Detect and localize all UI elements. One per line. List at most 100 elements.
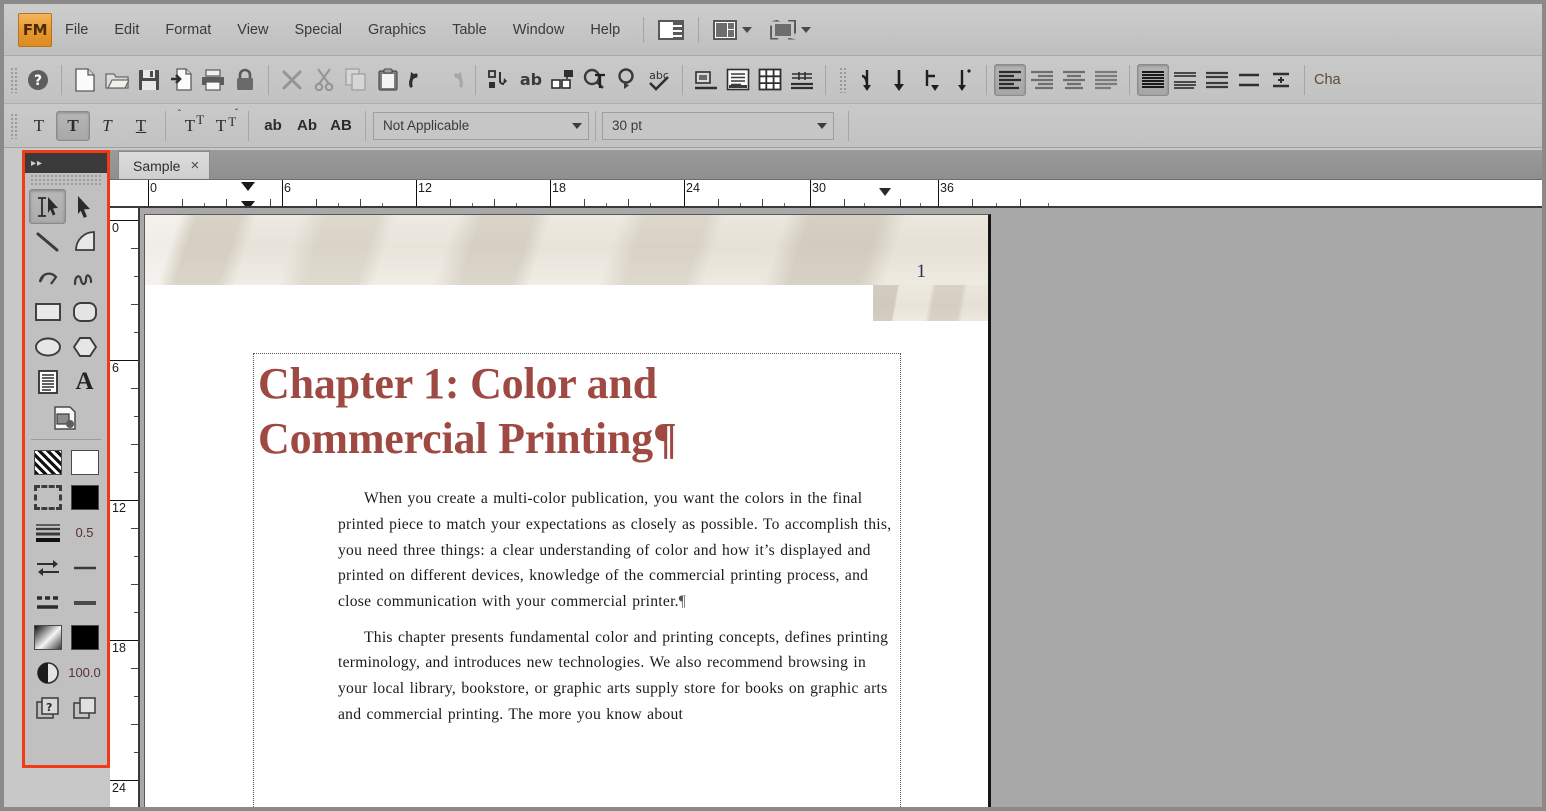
line-tool[interactable] [29,224,66,259]
tab-stop-marker[interactable] [879,188,891,196]
insert-table-button[interactable] [754,64,786,96]
view-fit-button[interactable] [770,20,812,40]
polyline-tool[interactable] [29,259,66,294]
marker-button[interactable] [547,64,579,96]
save-document-button[interactable] [133,64,165,96]
help-button[interactable]: ? [22,64,54,96]
line-width-value[interactable]: 0.5 [66,515,103,550]
numbering-button[interactable] [483,64,515,96]
toolbar-grip[interactable] [10,66,18,93]
uppercase-button[interactable]: AB [324,111,358,141]
menu-help[interactable]: Help [577,18,633,42]
spacing-large-button[interactable] [1233,64,1265,96]
line-spacing-custom-button[interactable] [947,64,979,96]
fill-pattern-swatch[interactable] [29,445,66,480]
align-right-button[interactable] [1026,64,1058,96]
opacity-value[interactable]: 100.0 [66,655,103,690]
line-width-swatch[interactable] [29,515,66,550]
arrange-objects-button[interactable] [66,690,103,725]
find-button[interactable] [611,64,643,96]
lowercase-button[interactable]: ab [256,111,290,141]
spell-check-button[interactable]: abc [643,64,675,96]
menu-special[interactable]: Special [281,18,355,42]
menu-window[interactable]: Window [500,18,578,42]
undo-button[interactable] [404,64,436,96]
indent-marker[interactable] [241,182,255,206]
workspace-layout-button[interactable] [713,19,753,40]
text-frame[interactable]: Chapter 1: Color and Commercial Printing… [253,353,901,807]
tools-panel-header[interactable]: ▸▸ [25,153,107,173]
underline-button[interactable]: T [124,111,158,141]
close-icon[interactable]: × [190,157,199,174]
menu-edit[interactable]: Edit [101,18,152,42]
framemaker-logo[interactable]: FM [18,12,52,47]
format-toolbar-grip[interactable] [10,112,18,139]
paragraph-designer-button[interactable] [722,64,754,96]
spacing-medium-button[interactable] [1201,64,1233,96]
spacing-custom-button[interactable] [1265,64,1297,96]
text-line-tool[interactable]: A [66,364,103,399]
chapter-title[interactable]: Chapter 1: Color and Commercial Printing… [254,354,900,466]
spacing-small-button[interactable] [1169,64,1201,96]
redo-button[interactable] [436,64,468,96]
cut-button[interactable] [308,64,340,96]
vertical-ruler[interactable]: 0 6 12 18 24 [110,208,140,807]
print-button[interactable] [197,64,229,96]
align-left-button[interactable] [994,63,1026,96]
title-case-button[interactable]: Ab [290,111,324,141]
no-fill-swatch[interactable] [29,480,66,515]
delete-button[interactable] [276,64,308,96]
copy-button[interactable] [340,64,372,96]
lock-unlock-button[interactable] [229,64,261,96]
menu-format[interactable]: Format [152,18,224,42]
line-spacing-double-button[interactable] [915,64,947,96]
superscript-button[interactable]: ˆ T T [173,109,207,141]
horizontal-ruler[interactable]: 0 6 12 18 24 30 36 [110,180,1542,208]
character-tag-select[interactable]: Not Applicable [373,111,589,140]
object-properties-button[interactable]: ? [29,690,66,725]
document-page[interactable]: 1 Chapter 1: Color and Commercial Printi… [144,214,991,807]
tools-panel-drag-handle[interactable] [30,175,102,186]
insert-image-tool[interactable] [29,400,103,435]
stroke-color-swatch[interactable] [66,480,103,515]
paste-button[interactable] [372,64,404,96]
font-size-select[interactable]: 30 pt [602,111,834,140]
open-document-button[interactable] [101,64,133,96]
menu-view[interactable]: View [224,18,281,42]
rounded-rectangle-tool[interactable] [66,294,103,329]
document-tab-sample[interactable]: Sample × [118,151,211,179]
import-file-button[interactable] [165,64,197,96]
line-spacing-single-button[interactable] [851,64,883,96]
line-end-style-swatch[interactable] [66,550,103,585]
bold-button[interactable]: T [56,110,90,141]
freehand-curve-tool[interactable] [66,259,103,294]
table-designer-button[interactable] [786,64,818,96]
dash-pattern-swatch[interactable] [29,585,66,620]
rectangle-tool[interactable] [29,294,66,329]
find-change-button[interactable] [579,64,611,96]
expand-panel-icon[interactable]: ▸▸ [31,158,43,169]
align-justify-button[interactable] [1090,64,1122,96]
subscript-button[interactable]: T T ˇ [207,108,241,141]
body-text[interactable]: When you create a multi-color publicatio… [254,466,900,727]
variable-button[interactable]: ab [515,64,547,96]
new-document-button[interactable] [69,64,101,96]
fill-color-swatch[interactable] [66,445,103,480]
toolbar-grip-2[interactable] [839,66,847,93]
color-swatch[interactable] [66,620,103,655]
polygon-tool[interactable] [66,329,103,364]
arrow-ends-swatch[interactable] [29,550,66,585]
object-select-tool[interactable] [66,189,103,224]
menu-file[interactable]: File [52,18,101,42]
ellipse-tool[interactable] [29,329,66,364]
panel-toggle-button[interactable] [658,19,685,40]
align-center-button[interactable] [1058,64,1090,96]
menu-graphics[interactable]: Graphics [355,18,439,42]
plain-text-button[interactable]: T [22,111,56,141]
line-spacing-one-half-button[interactable] [883,64,915,96]
anchored-frame-button[interactable] [690,64,722,96]
document-canvas[interactable]: 1 Chapter 1: Color and Commercial Printi… [140,208,1542,807]
smart-select-tool[interactable] [29,189,66,224]
text-frame-tool[interactable] [29,364,66,399]
spacing-none-button[interactable] [1137,63,1169,96]
